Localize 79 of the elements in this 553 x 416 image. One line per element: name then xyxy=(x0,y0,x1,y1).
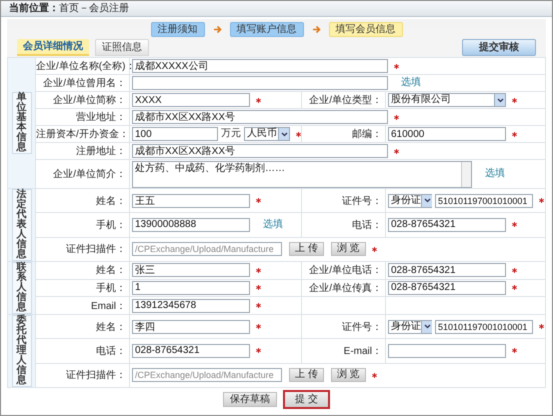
step-label: 填写会员信息 xyxy=(328,22,402,36)
field-label: 手机： xyxy=(96,220,126,231)
upload-button[interactable]: 上 传 xyxy=(289,242,324,256)
input-field[interactable]: 李四 xyxy=(132,320,250,334)
field-label: 注册地址： xyxy=(76,146,126,157)
input-field[interactable]: 028-87654321 xyxy=(132,344,250,358)
step-label: 填写账户信息 xyxy=(230,22,304,36)
dropdown[interactable]: 身份证 xyxy=(388,320,432,334)
input-field[interactable]: 510101197001010001 xyxy=(435,320,533,334)
scrollbar xyxy=(461,162,471,186)
input-field[interactable]: 13912345678 xyxy=(132,298,250,313)
file-path-field[interactable]: /CPExchange/Upload/Manufacture xyxy=(132,242,282,256)
unit-label: 万元 xyxy=(221,128,241,140)
field-label: 企业/单位传真： xyxy=(309,282,382,294)
field-label: 证件扫描件： xyxy=(66,370,126,382)
field-label: 企业/单位电话： xyxy=(309,265,382,276)
tab[interactable]: 会员详细情况 xyxy=(17,39,89,56)
input-field[interactable]: 成都XXXXX公司 xyxy=(132,59,388,73)
upload-button[interactable]: 上 传 xyxy=(289,368,324,382)
dropdown[interactable]: 人民币 xyxy=(244,127,290,141)
field-label: 手机： xyxy=(96,282,126,294)
dropdown[interactable]: 身份证 xyxy=(388,194,432,208)
dropdown-caret-icon xyxy=(421,320,432,333)
input-field[interactable] xyxy=(388,344,506,358)
field-label: 企业/单位曾用名： xyxy=(43,78,126,89)
section-title: 单位基本信息 xyxy=(12,92,32,154)
field-label: 企业/单位简介： xyxy=(53,169,126,180)
input-field[interactable]: 1 xyxy=(132,280,250,295)
field-label: 邮编： xyxy=(352,129,382,140)
dropdown[interactable]: 股份有限公司 xyxy=(388,93,506,107)
field-label: 电话： xyxy=(96,346,126,357)
input-field[interactable]: 028-87654321 xyxy=(388,218,506,232)
input-field[interactable]: XXXX xyxy=(132,93,250,107)
field-label: 注册资本/开办资金： xyxy=(36,129,129,140)
input-field[interactable]: 028-87654321 xyxy=(388,280,506,295)
text-area-value: 处方药、中成药、化学药制剂…… xyxy=(135,162,285,174)
section-title: 法定代表人信息 xyxy=(12,189,32,261)
field-label: 姓名： xyxy=(96,265,126,276)
arrow-icon xyxy=(212,24,222,34)
optional-note: 选填 xyxy=(485,168,505,180)
field-label: 姓名： xyxy=(96,322,126,333)
field-label: 营业地址： xyxy=(76,112,126,123)
field-label: 证件号： xyxy=(342,196,382,207)
section-title: 委托代理人信息 xyxy=(12,315,32,387)
form-button[interactable]: 保存草稿 xyxy=(223,392,278,407)
input-field[interactable]: 成都市XX区XX路XX号 xyxy=(132,110,388,124)
field-label: 证件号： xyxy=(342,322,382,333)
file-path-field[interactable]: /CPExchange/Upload/Manufacture xyxy=(132,368,282,382)
input-field[interactable] xyxy=(132,76,388,90)
upload-button[interactable]: 浏 览 xyxy=(330,368,366,382)
dropdown-caret-icon xyxy=(278,128,289,140)
tab[interactable]: 证照信息 xyxy=(95,39,149,56)
input-field[interactable]: 13900008888 xyxy=(132,218,250,232)
breadcrumb: 当前位置：首页－会员注册 xyxy=(9,2,129,14)
section-title: 联系人信息 xyxy=(12,262,32,314)
dropdown-caret-icon xyxy=(494,94,505,106)
upload-button[interactable]: 浏 览 xyxy=(330,242,366,256)
optional-note: 选填 xyxy=(401,77,421,89)
field-label: Email： xyxy=(90,300,126,312)
field-label: 企业/单位简称： xyxy=(53,95,126,106)
input-field[interactable]: 100 xyxy=(132,127,218,141)
field-label: E-mail： xyxy=(344,346,382,357)
input-field[interactable]: 510101197001010001 xyxy=(435,194,533,208)
field-label: 企业/单位类型： xyxy=(309,95,382,106)
step-label: 注册须知 xyxy=(150,22,204,36)
field-label: 证件扫描件： xyxy=(66,244,126,256)
submit-review-button[interactable]: 提交审核 xyxy=(462,39,536,56)
arrow-icon xyxy=(312,24,320,34)
field-label: 姓名： xyxy=(96,196,126,207)
dropdown-caret-icon xyxy=(421,194,432,207)
input-field[interactable]: 028-87654321 xyxy=(388,263,506,278)
input-field[interactable]: 成都市XX区XX路XX号 xyxy=(132,144,388,158)
input-field[interactable]: 610000 xyxy=(388,127,506,141)
field-label: 电话： xyxy=(352,220,382,231)
optional-note: 选填 xyxy=(263,218,283,231)
input-field[interactable]: 王五 xyxy=(132,194,250,208)
text-area[interactable]: 处方药、中成药、化学药制剂…… xyxy=(132,160,472,188)
input-field[interactable]: 张三 xyxy=(132,263,250,278)
form-button[interactable]: 提 交 xyxy=(283,390,330,409)
